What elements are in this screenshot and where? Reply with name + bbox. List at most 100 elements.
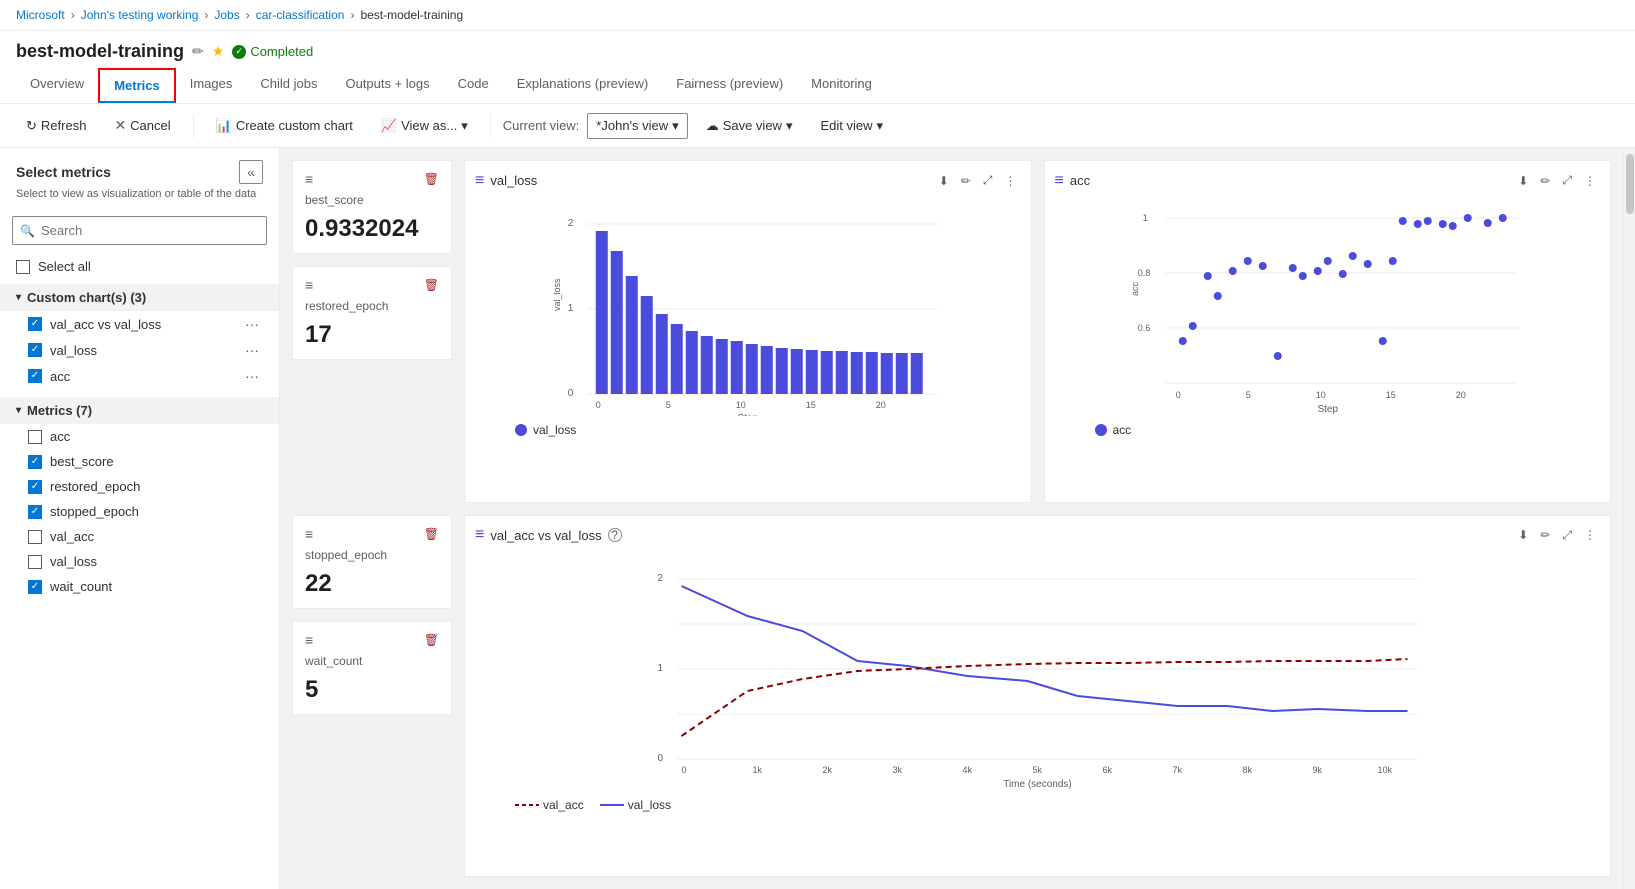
refresh-button[interactable]: ↻ Refresh (16, 113, 96, 139)
expand-val-loss-button[interactable]: ⤢ (979, 171, 997, 190)
collapse-sidebar-button[interactable]: « (239, 160, 263, 184)
tab-monitoring[interactable]: Monitoring (797, 68, 886, 103)
custom-charts-header[interactable]: ▾ Custom chart(s) (3) (0, 284, 279, 311)
val-acc-vs-val-loss-checkbox[interactable] (28, 317, 42, 331)
acc-legend-dot (1095, 424, 1107, 436)
expand-acc-button[interactable]: ⤢ (1558, 171, 1576, 190)
view-name: *John's view (596, 118, 668, 133)
help-icon[interactable]: ? (608, 528, 622, 542)
custom-val-loss-label[interactable]: val_loss (50, 343, 233, 358)
best-score-label[interactable]: best_score (50, 454, 263, 469)
val-acc-vs-val-loss-chart-svg: 2 1 0 0 1k 2k 3k (475, 551, 1600, 791)
val-loss-checkbox[interactable] (28, 555, 42, 569)
delete-stopped-epoch-button[interactable]: 🗑 (424, 527, 439, 541)
download-val-acc-vs-val-loss-button[interactable]: ⬇ (1514, 526, 1532, 545)
breadcrumb-workspace[interactable]: John's testing working (81, 8, 199, 22)
star-icon[interactable]: ★ (212, 43, 225, 60)
val-acc-vs-val-loss-label[interactable]: val_acc vs val_loss (50, 317, 233, 332)
view-as-button[interactable]: 📈 View as... ▾ (371, 113, 478, 139)
svg-text:Time (seconds): Time (seconds) (1003, 779, 1072, 790)
delete-restored-epoch-button[interactable]: 🗑 (424, 278, 439, 292)
drag-handle-icon[interactable]: ≡ (305, 171, 313, 187)
tab-code[interactable]: Code (444, 68, 503, 103)
drag-handle-icon-3[interactable]: ≡ (305, 526, 313, 542)
edit-acc-button[interactable]: ✏ (1536, 171, 1554, 190)
select-all-checkbox[interactable] (16, 260, 30, 274)
acc-label[interactable]: acc (50, 429, 263, 444)
drag-handle-icon-4[interactable]: ≡ (305, 632, 313, 648)
toolbar-separator (193, 114, 194, 138)
breadcrumb-experiment[interactable]: car-classification (256, 8, 345, 22)
search-input[interactable] (12, 216, 267, 245)
sidebar-title: Select metrics (16, 164, 111, 180)
custom-val-loss-checkbox[interactable] (28, 343, 42, 357)
view-as-icon: 📈 (381, 118, 397, 134)
current-view-label: Current view: (503, 118, 580, 133)
edit-icon[interactable]: ✏ (192, 43, 204, 60)
drag-handle-icon-2[interactable]: ≡ (305, 277, 313, 293)
acc-chart-actions: ⬇ ✏ ⤢ ⋮ (1514, 171, 1600, 190)
restored-epoch-label[interactable]: restored_epoch (50, 479, 263, 494)
tab-overview[interactable]: Overview (16, 68, 98, 103)
delete-wait-count-button[interactable]: 🗑 (424, 633, 439, 647)
more-acc-button[interactable]: ⋮ (1580, 171, 1600, 190)
tab-outputs-logs[interactable]: Outputs + logs (331, 68, 443, 103)
stopped-epoch-label[interactable]: stopped_epoch (50, 504, 263, 519)
best-score-value: 0.9332024 (305, 215, 439, 243)
svg-text:Step: Step (737, 413, 758, 416)
restored-epoch-checkbox[interactable] (28, 480, 42, 494)
edit-val-acc-vs-val-loss-button[interactable]: ✏ (1536, 526, 1554, 545)
toolbar: ↻ Refresh ✕ Cancel 📊 Create custom chart… (0, 104, 1635, 148)
current-view-group: Current view: *John's view ▾ (503, 113, 688, 139)
breadcrumb-microsoft[interactable]: Microsoft (16, 8, 65, 22)
delete-best-score-button[interactable]: 🗑 (424, 172, 439, 186)
wait-count-checkbox[interactable] (28, 580, 42, 594)
custom-chart-item-val-loss: val_loss ··· (0, 337, 279, 363)
select-all-label[interactable]: Select all (38, 259, 91, 274)
expand-val-acc-vs-val-loss-button[interactable]: ⤢ (1558, 526, 1576, 545)
val-loss-label[interactable]: val_loss (50, 554, 263, 569)
refresh-label: Refresh (41, 118, 87, 133)
custom-acc-checkbox[interactable] (28, 369, 42, 383)
acc-checkbox[interactable] (28, 430, 42, 444)
custom-charts-group: ▾ Custom chart(s) (3) val_acc vs val_los… (0, 284, 279, 389)
wait-count-metric-label: wait_count (305, 654, 439, 668)
svg-text:1k: 1k (753, 765, 763, 775)
select-all-row: Select all (0, 253, 279, 280)
val-acc-vs-val-loss-more-button[interactable]: ··· (241, 316, 263, 332)
edit-view-button[interactable]: Edit view ▾ (810, 113, 893, 139)
save-view-button[interactable]: ☁ Save view ▾ (696, 113, 803, 139)
create-chart-label: Create custom chart (236, 118, 353, 133)
svg-text:10: 10 (1315, 390, 1325, 400)
svg-text:0.8: 0.8 (1137, 268, 1150, 278)
scrollbar[interactable] (1623, 148, 1635, 889)
val-loss-legend-label-2: val_loss (628, 798, 671, 812)
custom-acc-label[interactable]: acc (50, 369, 233, 384)
view-selector[interactable]: *John's view ▾ (587, 113, 687, 139)
download-val-loss-button[interactable]: ⬇ (935, 171, 953, 190)
create-chart-button[interactable]: 📊 Create custom chart (206, 113, 363, 139)
tab-child-jobs[interactable]: Child jobs (246, 68, 331, 103)
tab-metrics[interactable]: Metrics (98, 68, 176, 103)
stopped-epoch-checkbox[interactable] (28, 505, 42, 519)
val-acc-checkbox[interactable] (28, 530, 42, 544)
tab-fairness[interactable]: Fairness (preview) (662, 68, 797, 103)
custom-acc-more-button[interactable]: ··· (241, 368, 263, 384)
best-score-checkbox[interactable] (28, 455, 42, 469)
metrics-group-header[interactable]: ▾ Metrics (7) (0, 397, 279, 424)
val-acc-label[interactable]: val_acc (50, 529, 263, 544)
more-val-loss-button[interactable]: ⋮ (1001, 171, 1021, 190)
cancel-button[interactable]: ✕ Cancel (104, 112, 180, 139)
download-acc-button[interactable]: ⬇ (1514, 171, 1532, 190)
edit-val-loss-button[interactable]: ✏ (957, 171, 975, 190)
tab-explanations[interactable]: Explanations (preview) (503, 68, 663, 103)
scrollbar-thumb[interactable] (1626, 154, 1634, 214)
wait-count-label[interactable]: wait_count (50, 579, 263, 594)
breadcrumb-current: best-model-training (360, 8, 463, 22)
tab-images[interactable]: Images (176, 68, 247, 103)
svg-text:15: 15 (1385, 390, 1395, 400)
breadcrumb-jobs[interactable]: Jobs (214, 8, 239, 22)
main-layout: Select metrics « Select to view as visua… (0, 148, 1635, 889)
more-val-acc-vs-val-loss-button[interactable]: ⋮ (1580, 526, 1600, 545)
custom-val-loss-more-button[interactable]: ··· (241, 342, 263, 358)
